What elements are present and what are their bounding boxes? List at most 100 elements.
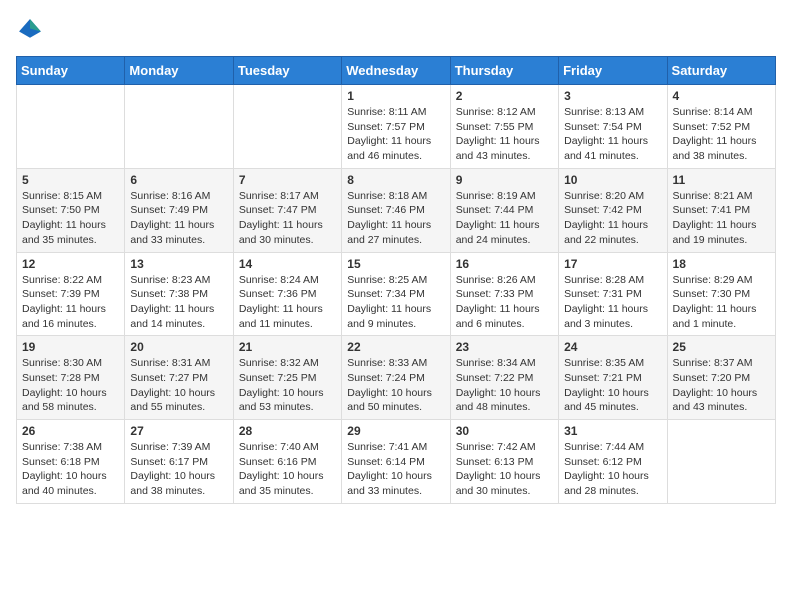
calendar-week-row: 12 Sunrise: 8:22 AMSunset: 7:39 PMDayligh…: [17, 252, 776, 336]
day-info: Sunrise: 8:19 AMSunset: 7:44 PMDaylight:…: [456, 189, 553, 248]
day-info: Sunrise: 8:35 AMSunset: 7:21 PMDaylight:…: [564, 356, 661, 415]
calendar-cell: 3 Sunrise: 8:13 AMSunset: 7:54 PMDaylight…: [559, 85, 667, 169]
calendar-cell: [17, 85, 125, 169]
day-number: 28: [239, 424, 336, 438]
day-info: Sunrise: 8:25 AMSunset: 7:34 PMDaylight:…: [347, 273, 444, 332]
day-number: 11: [673, 173, 770, 187]
day-info: Sunrise: 8:21 AMSunset: 7:41 PMDaylight:…: [673, 189, 770, 248]
calendar-cell: 15 Sunrise: 8:25 AMSunset: 7:34 PMDayligh…: [342, 252, 450, 336]
calendar-cell: 17 Sunrise: 8:28 AMSunset: 7:31 PMDayligh…: [559, 252, 667, 336]
calendar-cell: 5Sunrise: 8:15 AMSunset: 7:50 PMDaylight…: [17, 168, 125, 252]
day-number: 3: [564, 89, 661, 103]
calendar-cell: 7Sunrise: 8:17 AMSunset: 7:47 PMDaylight…: [233, 168, 341, 252]
day-info: Sunrise: 8:37 AMSunset: 7:20 PMDaylight:…: [673, 356, 770, 415]
calendar-cell: 16 Sunrise: 8:26 AMSunset: 7:33 PMDayligh…: [450, 252, 558, 336]
calendar-week-row: 19 Sunrise: 8:30 AMSunset: 7:28 PMDayligh…: [17, 336, 776, 420]
day-info: Sunrise: 8:13 AMSunset: 7:54 PMDaylight:…: [564, 105, 661, 164]
day-info: Sunrise: 8:32 AMSunset: 7:25 PMDaylight:…: [239, 356, 336, 415]
day-info: Sunrise: 7:44 AMSunset: 6:12 PMDaylight:…: [564, 440, 661, 499]
calendar-cell: 31Sunrise: 7:44 AMSunset: 6:12 PMDayligh…: [559, 420, 667, 504]
day-info: Sunrise: 8:11 AMSunset: 7:57 PMDaylight:…: [347, 105, 444, 164]
page-header: [16, 16, 776, 44]
calendar-cell: 8 Sunrise: 8:18 AMSunset: 7:46 PMDaylight…: [342, 168, 450, 252]
logo-icon: [16, 16, 44, 44]
day-info: Sunrise: 8:15 AMSunset: 7:50 PMDaylight:…: [22, 189, 119, 248]
day-number: 7: [239, 173, 336, 187]
calendar-cell: [125, 85, 233, 169]
day-info: Sunrise: 8:16 AMSunset: 7:49 PMDaylight:…: [130, 189, 227, 248]
calendar-cell: 27 Sunrise: 7:39 AMSunset: 6:17 PMDayligh…: [125, 420, 233, 504]
day-info: Sunrise: 8:29 AMSunset: 7:30 PMDaylight:…: [673, 273, 770, 332]
day-info: Sunrise: 7:40 AMSunset: 6:16 PMDaylight:…: [239, 440, 336, 499]
day-info: Sunrise: 8:33 AMSunset: 7:24 PMDaylight:…: [347, 356, 444, 415]
calendar-cell: 13 Sunrise: 8:23 AMSunset: 7:38 PMDayligh…: [125, 252, 233, 336]
day-info: Sunrise: 8:34 AMSunset: 7:22 PMDaylight:…: [456, 356, 553, 415]
calendar-header-sunday: Sunday: [17, 57, 125, 85]
calendar-header-friday: Friday: [559, 57, 667, 85]
day-number: 6: [130, 173, 227, 187]
day-info: Sunrise: 8:23 AMSunset: 7:38 PMDaylight:…: [130, 273, 227, 332]
calendar-cell: 10 Sunrise: 8:20 AMSunset: 7:42 PMDayligh…: [559, 168, 667, 252]
day-number: 4: [673, 89, 770, 103]
day-info: Sunrise: 8:14 AMSunset: 7:52 PMDaylight:…: [673, 105, 770, 164]
calendar-table: SundayMondayTuesdayWednesdayThursdayFrid…: [16, 56, 776, 504]
day-info: Sunrise: 7:39 AMSunset: 6:17 PMDaylight:…: [130, 440, 227, 499]
calendar-week-row: 5Sunrise: 8:15 AMSunset: 7:50 PMDaylight…: [17, 168, 776, 252]
day-info: Sunrise: 8:12 AMSunset: 7:55 PMDaylight:…: [456, 105, 553, 164]
day-info: Sunrise: 7:42 AMSunset: 6:13 PMDaylight:…: [456, 440, 553, 499]
day-number: 24: [564, 340, 661, 354]
day-info: Sunrise: 8:20 AMSunset: 7:42 PMDaylight:…: [564, 189, 661, 248]
calendar-cell: 1 Sunrise: 8:11 AMSunset: 7:57 PMDaylight…: [342, 85, 450, 169]
calendar-cell: 26 Sunrise: 7:38 AMSunset: 6:18 PMDayligh…: [17, 420, 125, 504]
day-number: 25: [673, 340, 770, 354]
day-number: 13: [130, 257, 227, 271]
day-number: 20: [130, 340, 227, 354]
day-info: Sunrise: 7:38 AMSunset: 6:18 PMDaylight:…: [22, 440, 119, 499]
calendar-cell: 29Sunrise: 7:41 AMSunset: 6:14 PMDayligh…: [342, 420, 450, 504]
calendar-header-wednesday: Wednesday: [342, 57, 450, 85]
logo: [16, 16, 48, 44]
day-number: 10: [564, 173, 661, 187]
day-number: 17: [564, 257, 661, 271]
day-info: Sunrise: 8:26 AMSunset: 7:33 PMDaylight:…: [456, 273, 553, 332]
day-number: 27: [130, 424, 227, 438]
day-number: 23: [456, 340, 553, 354]
calendar-header-row: SundayMondayTuesdayWednesdayThursdayFrid…: [17, 57, 776, 85]
day-number: 19: [22, 340, 119, 354]
day-number: 16: [456, 257, 553, 271]
day-info: Sunrise: 8:30 AMSunset: 7:28 PMDaylight:…: [22, 356, 119, 415]
day-number: 9: [456, 173, 553, 187]
calendar-cell: 18 Sunrise: 8:29 AMSunset: 7:30 PMDayligh…: [667, 252, 775, 336]
calendar-week-row: 26 Sunrise: 7:38 AMSunset: 6:18 PMDayligh…: [17, 420, 776, 504]
calendar-cell: 12 Sunrise: 8:22 AMSunset: 7:39 PMDayligh…: [17, 252, 125, 336]
day-number: 8: [347, 173, 444, 187]
day-number: 12: [22, 257, 119, 271]
day-number: 15: [347, 257, 444, 271]
calendar-cell: 6 Sunrise: 8:16 AMSunset: 7:49 PMDaylight…: [125, 168, 233, 252]
day-info: Sunrise: 8:18 AMSunset: 7:46 PMDaylight:…: [347, 189, 444, 248]
day-number: 18: [673, 257, 770, 271]
day-info: Sunrise: 8:31 AMSunset: 7:27 PMDaylight:…: [130, 356, 227, 415]
calendar-week-row: 1 Sunrise: 8:11 AMSunset: 7:57 PMDaylight…: [17, 85, 776, 169]
calendar-cell: 22 Sunrise: 8:33 AMSunset: 7:24 PMDayligh…: [342, 336, 450, 420]
day-number: 1: [347, 89, 444, 103]
calendar-cell: 23 Sunrise: 8:34 AMSunset: 7:22 PMDayligh…: [450, 336, 558, 420]
day-number: 26: [22, 424, 119, 438]
day-info: Sunrise: 8:24 AMSunset: 7:36 PMDaylight:…: [239, 273, 336, 332]
calendar-header-saturday: Saturday: [667, 57, 775, 85]
day-number: 30: [456, 424, 553, 438]
calendar-cell: 21Sunrise: 8:32 AMSunset: 7:25 PMDayligh…: [233, 336, 341, 420]
calendar-cell: 11 Sunrise: 8:21 AMSunset: 7:41 PMDayligh…: [667, 168, 775, 252]
calendar-cell: 30 Sunrise: 7:42 AMSunset: 6:13 PMDayligh…: [450, 420, 558, 504]
day-info: Sunrise: 8:22 AMSunset: 7:39 PMDaylight:…: [22, 273, 119, 332]
day-info: Sunrise: 8:28 AMSunset: 7:31 PMDaylight:…: [564, 273, 661, 332]
day-number: 22: [347, 340, 444, 354]
calendar-header-thursday: Thursday: [450, 57, 558, 85]
day-number: 29: [347, 424, 444, 438]
day-number: 2: [456, 89, 553, 103]
calendar-cell: 14Sunrise: 8:24 AMSunset: 7:36 PMDayligh…: [233, 252, 341, 336]
calendar-cell: 28 Sunrise: 7:40 AMSunset: 6:16 PMDayligh…: [233, 420, 341, 504]
calendar-cell: [667, 420, 775, 504]
calendar-header-tuesday: Tuesday: [233, 57, 341, 85]
calendar-cell: 9 Sunrise: 8:19 AMSunset: 7:44 PMDaylight…: [450, 168, 558, 252]
